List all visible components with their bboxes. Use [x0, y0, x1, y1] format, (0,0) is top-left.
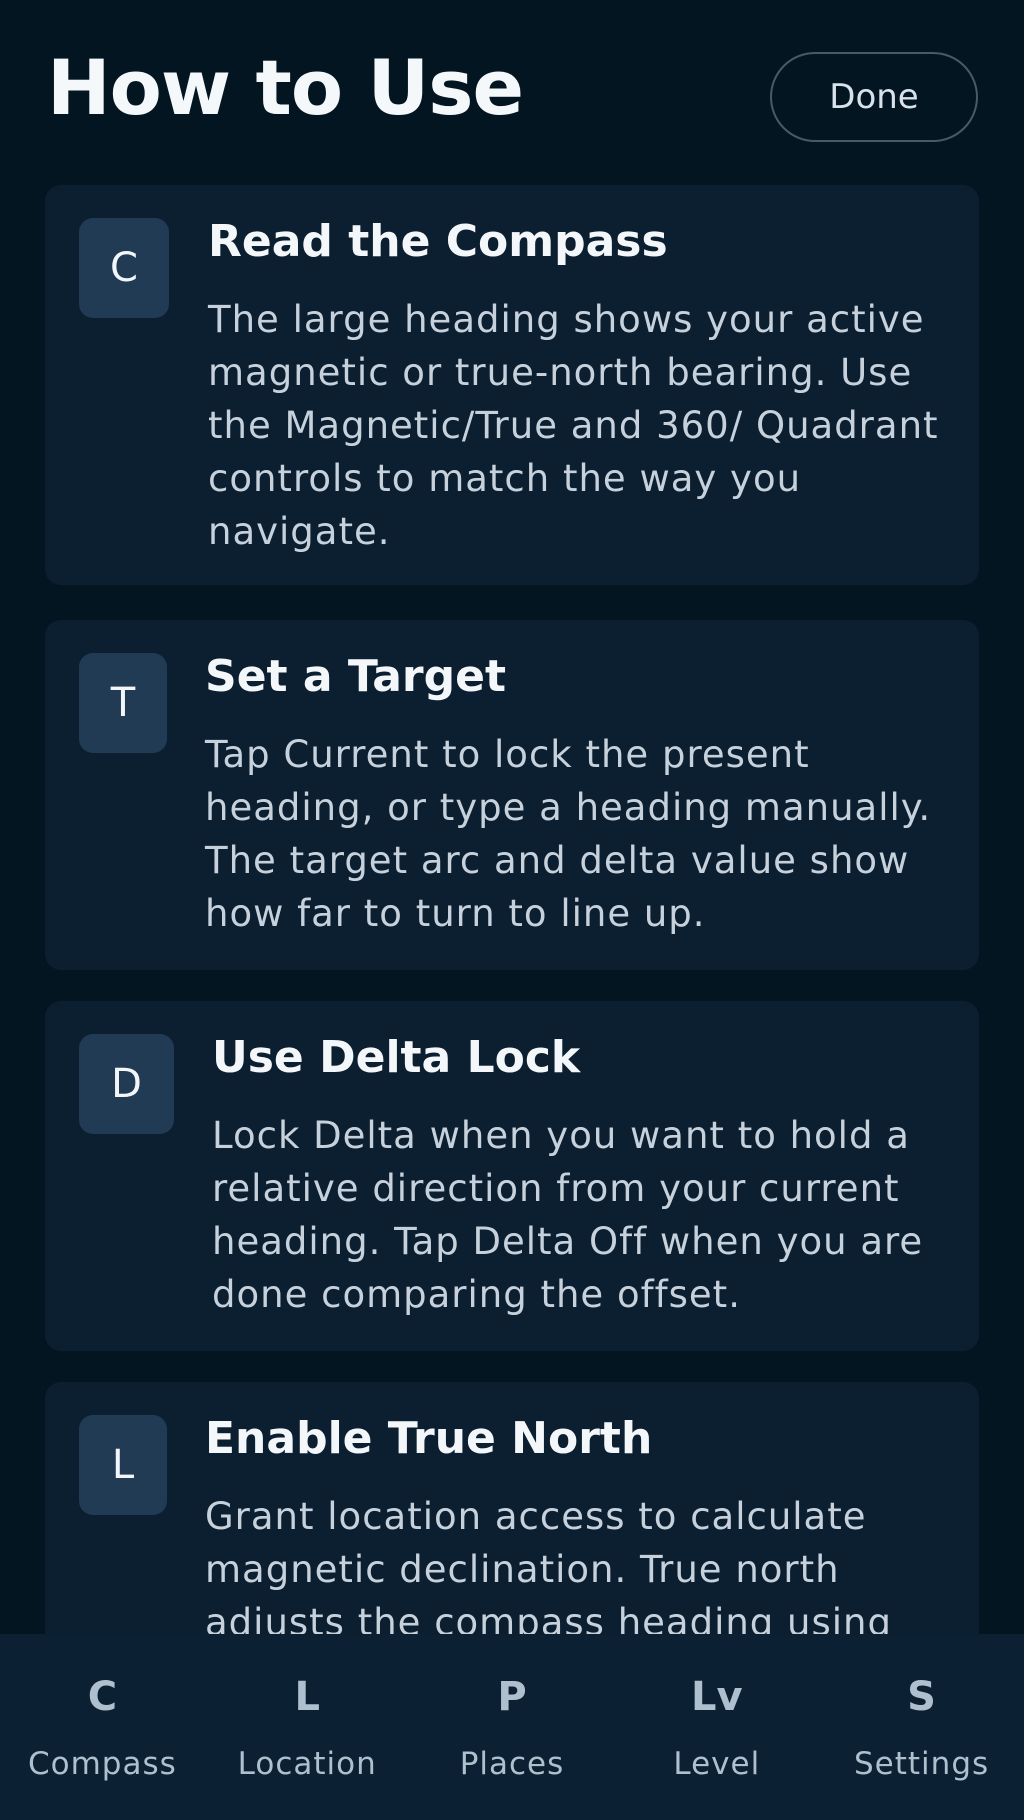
instruction-card: D Use Delta Lock Lock Delta when you wan…	[45, 1001, 979, 1351]
card-body-text: Lock Delta when you want to hold a relat…	[212, 1114, 924, 1316]
location-icon: L	[79, 1415, 167, 1515]
nav-item-places[interactable]: P Places	[410, 1634, 615, 1820]
card-body-text: The large heading shows your active magn…	[208, 298, 939, 553]
nav-label: Places	[459, 1746, 565, 1782]
card-title: Read the Compass	[208, 216, 668, 267]
settings-icon: S	[907, 1674, 936, 1720]
card-title: Set a Target	[205, 651, 506, 702]
nav-item-location[interactable]: L Location	[205, 1634, 410, 1820]
instruction-card: L Enable True North Grant location acces…	[45, 1382, 979, 1635]
level-icon: Lv	[691, 1674, 743, 1720]
nav-label: Settings	[854, 1746, 990, 1782]
bottom-nav: C Compass L Location P Places Lv Level S…	[0, 1634, 1024, 1820]
nav-item-settings[interactable]: S Settings	[819, 1634, 1024, 1820]
card-body: Tap Current to lock the present heading,…	[205, 728, 975, 940]
nav-item-level[interactable]: Lv Level	[614, 1634, 819, 1820]
delta-icon: D	[79, 1034, 174, 1134]
page-title: How to Use	[47, 43, 524, 132]
card-body-text: Grant location access to calculate magne…	[205, 1495, 892, 1635]
done-button[interactable]: Done	[770, 52, 978, 142]
nav-item-compass[interactable]: C Compass	[0, 1634, 205, 1820]
card-title: Enable True North	[205, 1413, 653, 1464]
header: How to Use Done	[0, 0, 1024, 180]
compass-icon: C	[87, 1674, 118, 1720]
card-title: Use Delta Lock	[212, 1032, 581, 1083]
card-body: Grant location access to calculate magne…	[205, 1490, 945, 1635]
card-body-text: Tap Current to lock the present heading,…	[205, 733, 932, 935]
nav-label: Level	[673, 1746, 761, 1782]
nav-label: Compass	[28, 1746, 177, 1782]
location-icon: L	[294, 1674, 320, 1720]
places-icon: P	[497, 1674, 527, 1720]
instruction-card: T Set a Target Tap Current to lock the p…	[45, 620, 979, 970]
target-icon: T	[79, 653, 167, 753]
card-body: The large heading shows your active magn…	[208, 293, 978, 558]
nav-label: Location	[237, 1746, 377, 1782]
instructions-list[interactable]: C Read the Compass The large heading sho…	[45, 185, 979, 1635]
card-body: Lock Delta when you want to hold a relat…	[212, 1109, 962, 1321]
compass-icon: C	[79, 218, 169, 318]
instruction-card: C Read the Compass The large heading sho…	[45, 185, 979, 585]
